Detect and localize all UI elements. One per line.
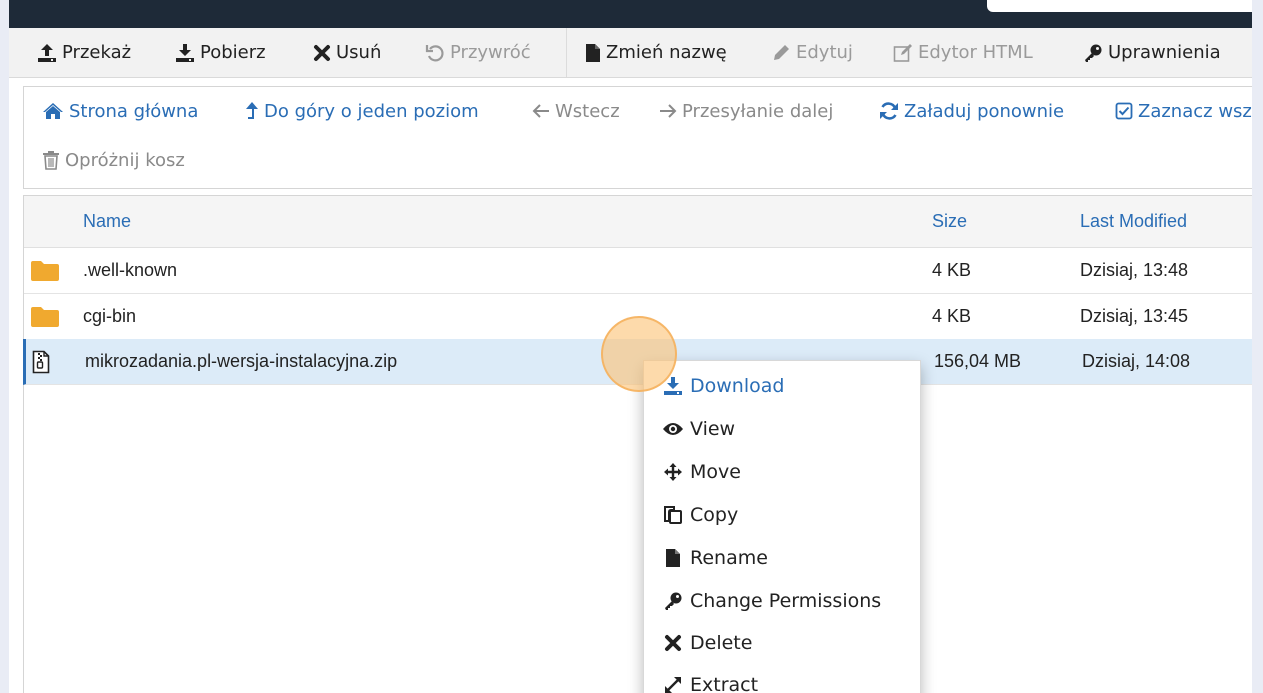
action-toolbar: Przekaż Pobierz Usuń Przywróć Zmień nazw… — [9, 28, 1252, 78]
restore-label: Przywróć — [450, 42, 531, 63]
checkbox-icon — [1115, 102, 1133, 120]
click-indicator — [601, 316, 677, 392]
menu-item-delete[interactable]: Delete — [662, 628, 752, 658]
file-modified: Dzisiaj, 14:08 — [1082, 351, 1191, 371]
reload-label: Załaduj ponownie — [904, 100, 1065, 122]
html-editor-button[interactable]: Edytor HTML — [893, 28, 1033, 77]
file-modified: Dzisiaj, 13:45 — [1080, 306, 1189, 326]
level-up-icon — [245, 101, 259, 121]
back-button[interactable]: Wstecz — [532, 98, 620, 124]
download-button[interactable]: Pobierz — [175, 28, 266, 77]
toolbar-divider — [566, 28, 567, 77]
restore-button[interactable]: Przywróć — [425, 28, 531, 77]
key-icon — [1083, 43, 1103, 63]
search-box[interactable] — [987, 0, 1252, 12]
file-manager-window: Przekaż Pobierz Usuń Przywróć Zmień nazw… — [9, 0, 1252, 693]
forward-button[interactable]: Przesyłanie dalej — [659, 98, 833, 124]
menu-item-label: Copy — [690, 504, 739, 526]
file-size: 4 KB — [932, 260, 972, 280]
back-label: Wstecz — [555, 100, 620, 122]
menu-item-view[interactable]: View — [662, 414, 735, 444]
delete-label: Usuń — [336, 42, 382, 63]
delete-button[interactable]: Usuń — [313, 28, 381, 77]
expand-icon — [662, 675, 684, 693]
menu-item-label: Change Permissions — [690, 590, 882, 612]
zip-file-icon — [32, 339, 50, 384]
reload-button[interactable]: Załaduj ponownie — [879, 98, 1064, 124]
edit-label: Edytuj — [796, 42, 853, 63]
file-icon — [585, 43, 601, 63]
menu-item-rename[interactable]: Rename — [662, 543, 768, 573]
menu-item-download[interactable]: Download — [662, 371, 784, 401]
home-button[interactable]: Strona główna — [42, 98, 198, 124]
download-label: Pobierz — [200, 42, 266, 63]
file-name: cgi-bin — [83, 306, 137, 326]
menu-item-label: Download — [690, 375, 785, 397]
table-header: Name Size Last Modified — [24, 196, 1252, 248]
column-header-last-modified[interactable]: Last Modified — [1080, 196, 1187, 247]
rename-label: Zmień nazwę — [606, 42, 727, 63]
arrow-left-icon — [532, 103, 550, 119]
folder-icon — [30, 248, 60, 293]
close-icon — [313, 44, 331, 62]
menu-item-extract[interactable]: Extract — [662, 670, 758, 693]
menu-item-move[interactable]: Move — [662, 457, 741, 487]
arrow-right-icon — [659, 103, 677, 119]
edit-square-icon — [893, 43, 913, 63]
file-list-table: Name Size Last Modified .well-known 4 KB… — [23, 195, 1252, 693]
key-icon — [662, 591, 684, 611]
download-icon — [175, 43, 195, 63]
table-row[interactable]: .well-known 4 KB Dzisiaj, 13:48 — [24, 248, 1252, 294]
up-one-level-button[interactable]: Do góry o jeden poziom — [245, 98, 479, 124]
select-all-button[interactable]: Zaznacz wsz — [1115, 98, 1252, 124]
pencil-icon — [771, 43, 791, 63]
file-size: 4 KB — [932, 306, 972, 326]
eye-icon — [662, 421, 684, 437]
top-header-bar — [9, 0, 1252, 28]
column-header-name[interactable]: Name — [83, 196, 131, 247]
undo-icon — [425, 43, 445, 63]
trash-icon — [42, 150, 60, 170]
home-label: Strona główna — [69, 100, 199, 122]
menu-item-label: Delete — [690, 632, 753, 654]
file-context-menu: Download View Move Copy Rename Change Pe… — [643, 360, 921, 693]
file-modified: Dzisiaj, 13:48 — [1080, 260, 1189, 280]
copy-icon — [662, 505, 684, 525]
upload-button[interactable]: Przekaż — [37, 28, 131, 77]
move-icon — [662, 462, 684, 482]
close-icon — [662, 634, 684, 652]
file-name: mikrozadania.pl-wersja-instalacyjna.zip — [85, 351, 398, 371]
permissions-button[interactable]: Uprawnienia — [1083, 28, 1221, 77]
select-all-label: Zaznacz wsz — [1138, 100, 1252, 122]
menu-item-label: Rename — [690, 547, 768, 569]
forward-label: Przesyłanie dalej — [682, 100, 834, 122]
empty-trash-label: Opróżnij kosz — [65, 149, 185, 171]
navigation-bar: Strona główna Do góry o jeden poziom Wst… — [23, 86, 1252, 189]
menu-item-label: Move — [690, 461, 741, 483]
column-header-size[interactable]: Size — [932, 196, 967, 247]
upload-icon — [37, 43, 57, 63]
menu-item-change-permissions[interactable]: Change Permissions — [662, 586, 881, 616]
refresh-icon — [879, 101, 899, 121]
permissions-label: Uprawnienia — [1108, 42, 1221, 63]
up-one-level-label: Do góry o jeden poziom — [264, 100, 479, 122]
menu-item-label: View — [690, 418, 736, 440]
empty-trash-button[interactable]: Opróżnij kosz — [42, 147, 185, 173]
html-editor-label: Edytor HTML — [918, 42, 1033, 63]
home-icon — [42, 102, 64, 120]
file-name: .well-known — [83, 260, 178, 280]
folder-icon — [30, 294, 60, 339]
file-size: 156,04 MB — [934, 351, 1022, 371]
edit-button[interactable]: Edytuj — [771, 28, 853, 77]
menu-item-copy[interactable]: Copy — [662, 500, 738, 530]
menu-item-label: Extract — [690, 674, 759, 693]
upload-label: Przekaż — [62, 42, 132, 63]
rename-button[interactable]: Zmień nazwę — [585, 28, 727, 77]
file-icon — [662, 548, 684, 568]
